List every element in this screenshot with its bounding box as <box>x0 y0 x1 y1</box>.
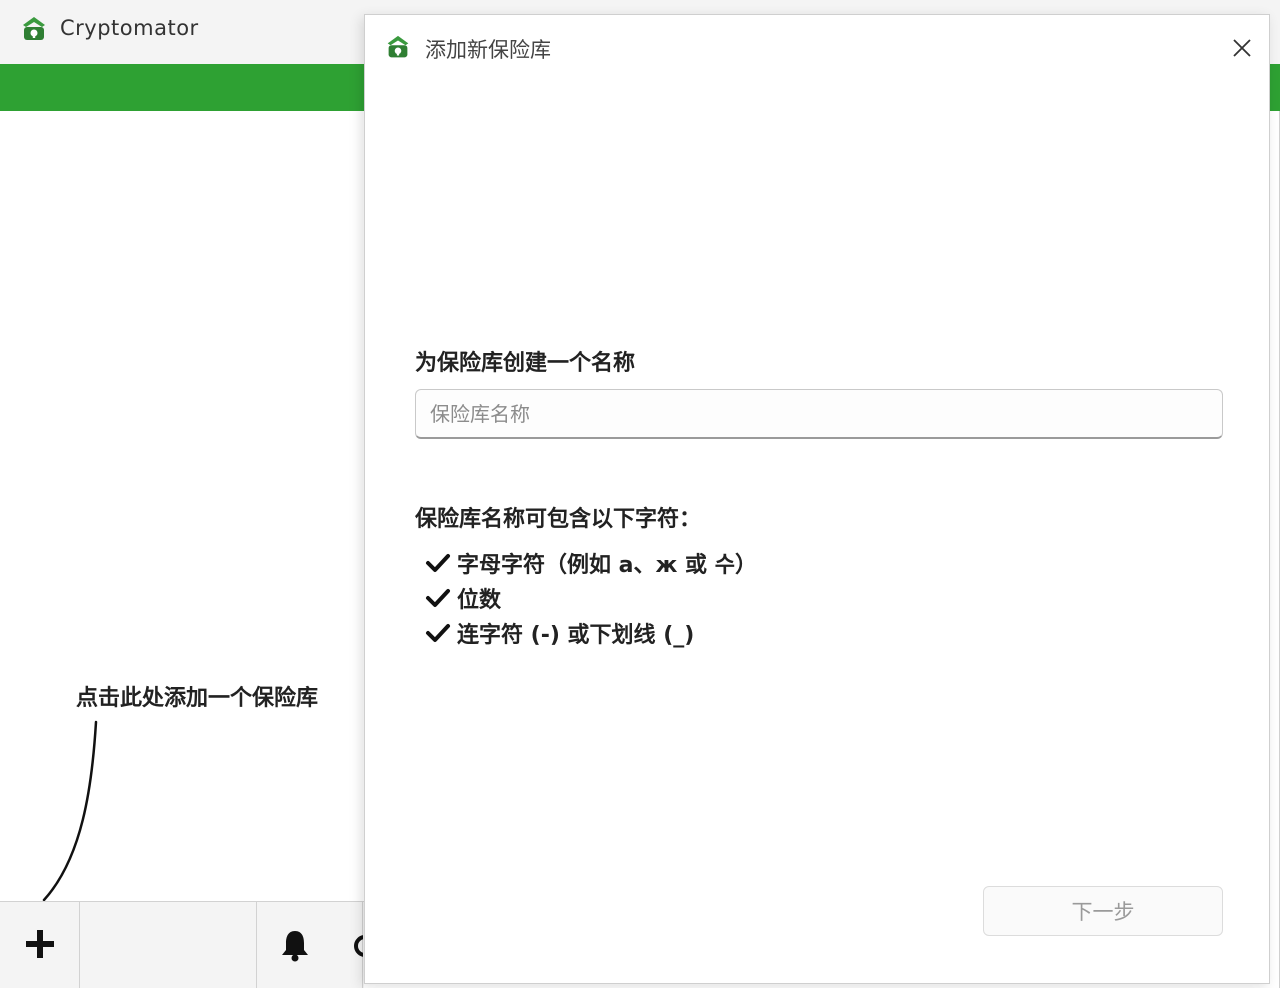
annotation-text: 点击此处添加一个保险库 <box>76 686 319 711</box>
rule-text: 位数 <box>457 587 502 613</box>
bottom-toolbar <box>0 901 364 988</box>
settings-icon <box>354 935 363 957</box>
rule-item: 字母字符（例如 a、ж 或 수） <box>425 545 757 580</box>
cryptomator-logo-icon <box>23 17 45 40</box>
next-button[interactable]: 下一步 <box>983 886 1223 936</box>
add-vault-dialog: 添加新保险库 为保险库创建一个名称 保险库名称可包含以下字符： 字母字符（例如 … <box>364 14 1270 984</box>
check-icon <box>426 588 450 607</box>
vault-name-input[interactable] <box>415 389 1223 439</box>
rule-item: 位数 <box>425 580 757 615</box>
name-rules-list: 字母字符（例如 a、ж 或 수） 位数 连字符 (-) 或下划线 (_) <box>425 545 757 650</box>
name-rules-heading: 保险库名称可包含以下字符： <box>415 507 702 532</box>
check-icon <box>426 553 450 572</box>
add-vault-button[interactable] <box>0 902 80 988</box>
plus-icon <box>26 930 54 958</box>
dialog-title: 添加新保险库 <box>425 38 551 62</box>
cryptomator-logo-icon <box>387 35 409 58</box>
toolbar-spacer <box>80 902 257 988</box>
app-title: Cryptomator <box>60 16 199 40</box>
notifications-button[interactable] <box>257 902 363 988</box>
close-button[interactable] <box>1225 31 1259 65</box>
bell-icon <box>282 931 308 962</box>
check-icon <box>426 623 450 642</box>
rule-text: 连字符 (-) 或下划线 (_) <box>457 622 695 648</box>
close-icon <box>1233 39 1251 57</box>
vault-name-heading: 为保险库创建一个名称 <box>415 351 636 376</box>
rule-text: 字母字符（例如 a、ж 或 수） <box>457 552 757 578</box>
annotation-arrow-line <box>42 720 98 902</box>
dialog-titlebar: 添加新保险库 <box>365 15 1269 81</box>
rule-item: 连字符 (-) 或下划线 (_) <box>425 615 757 650</box>
screen: Cryptomator 点击此处添加一个保险库 添加新保险库 为保险库创建一个名… <box>0 0 1280 988</box>
